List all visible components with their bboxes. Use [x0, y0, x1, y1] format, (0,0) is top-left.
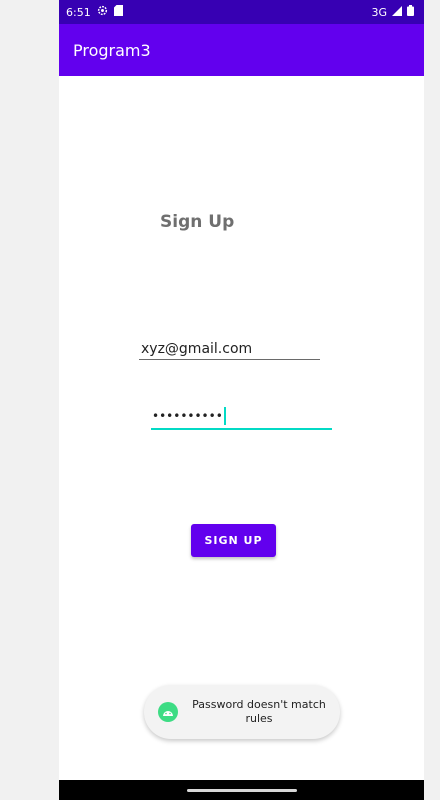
device-screen: 6:51 3G Program3 Sign Up xyz@gmail.com •…	[59, 0, 424, 800]
email-field[interactable]: xyz@gmail.com	[139, 338, 320, 360]
page-title: Sign Up	[160, 212, 235, 232]
status-left: 6:51	[66, 5, 123, 19]
status-right: 3G	[371, 5, 414, 19]
signal-icon	[392, 5, 402, 19]
battery-icon	[407, 5, 414, 19]
password-field[interactable]: ••••••••••	[151, 404, 332, 430]
password-value: ••••••••••	[152, 409, 223, 423]
email-value: xyz@gmail.com	[141, 340, 253, 357]
app-bar: Program3	[59, 24, 424, 76]
settings-icon	[97, 5, 108, 19]
navigation-bar	[59, 780, 424, 800]
sd-card-icon	[113, 5, 123, 19]
text-cursor	[223, 407, 226, 425]
status-bar: 6:51 3G	[59, 0, 424, 24]
network-type: 3G	[371, 5, 387, 19]
toast-message: Password doesn't match rules	[144, 685, 340, 739]
sign-up-button[interactable]: SIGN UP	[191, 524, 276, 557]
home-gesture-handle[interactable]	[186, 788, 297, 792]
android-icon	[158, 702, 178, 722]
app-title: Program3	[73, 40, 151, 60]
status-time: 6:51	[66, 5, 91, 19]
toast-text: Password doesn't match rules	[192, 698, 326, 725]
